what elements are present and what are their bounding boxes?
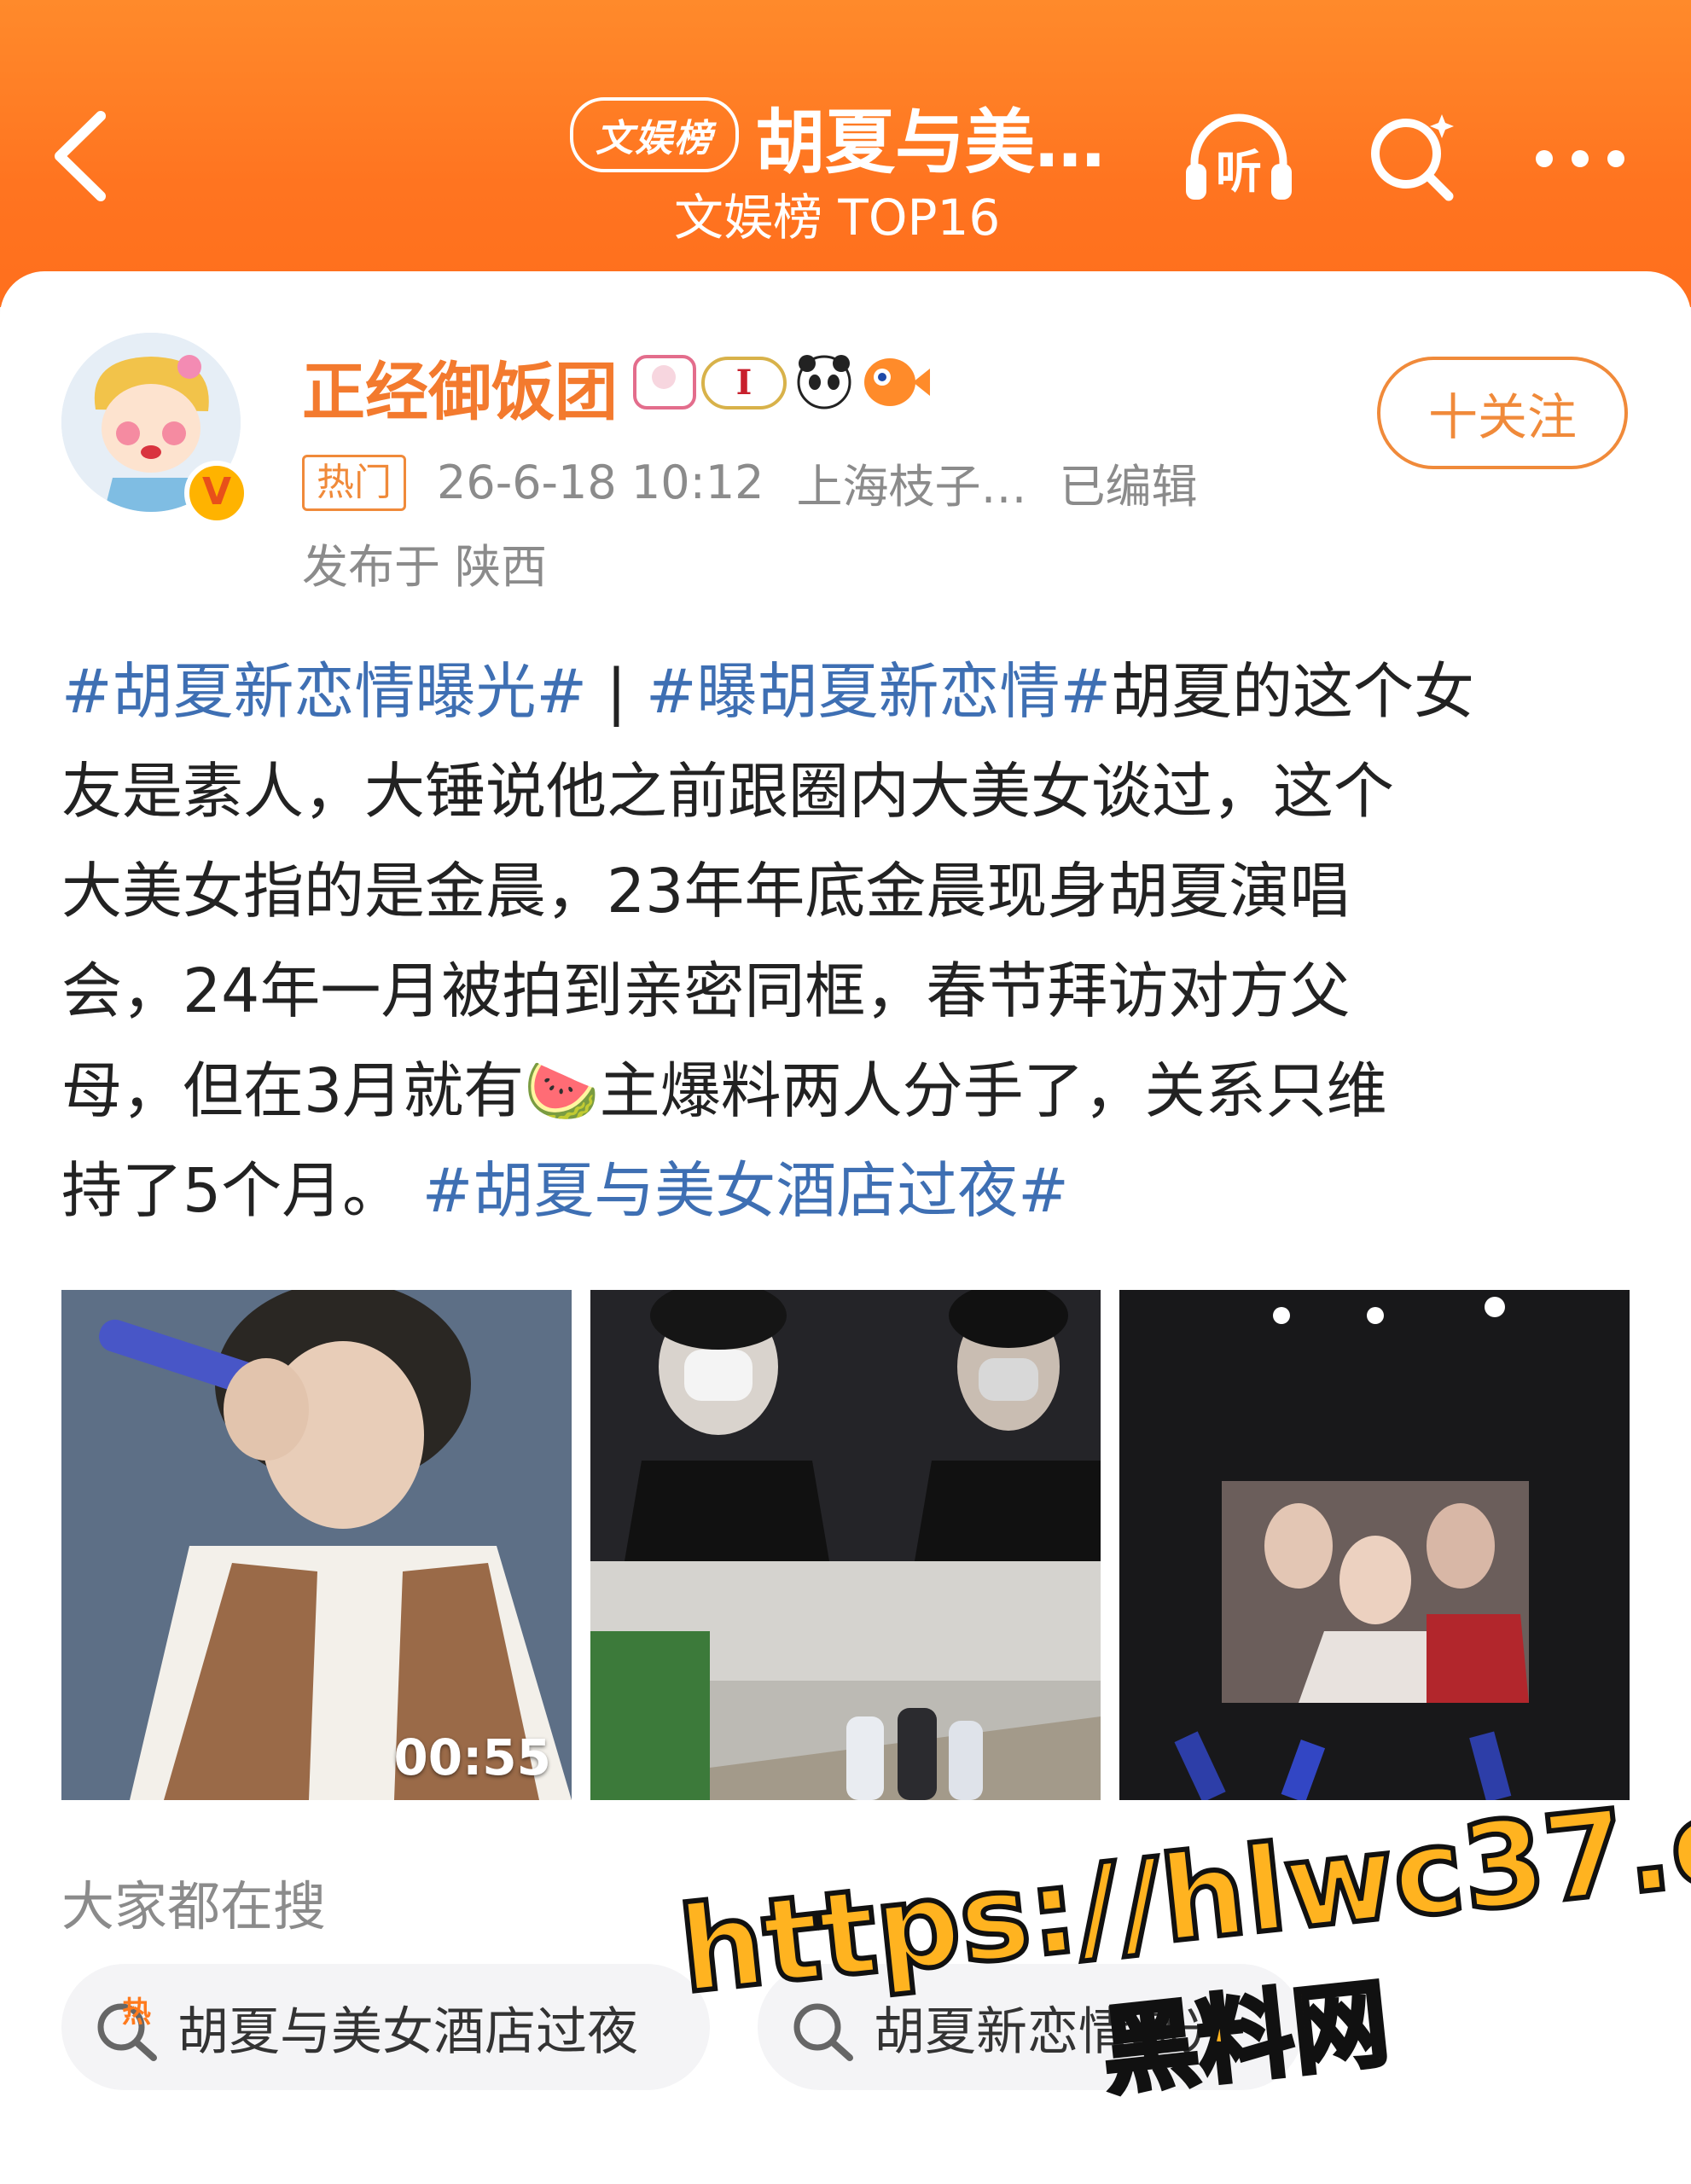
page-title: 胡夏与美… [755, 102, 1106, 183]
more-options-icon[interactable] [1529, 109, 1631, 203]
trending-search-item[interactable]: 热 胡夏与美女酒店过夜 [61, 1964, 710, 2090]
post-text-line: #胡夏新恋情曝光# | #曝胡夏新恋情#胡夏的这个女 [61, 642, 1597, 741]
post-body: #胡夏新恋情曝光# | #曝胡夏新恋情#胡夏的这个女友是素人，大锤说他之前跟圈内… [61, 642, 1597, 1240]
edited-label: 已编辑 [1059, 460, 1198, 514]
hot-search-icon: 热 [97, 1995, 157, 2061]
post-text-line: 会，24年一月被拍到亲密同框，春节拜访对方父 [61, 941, 1597, 1041]
search-icon[interactable] [1363, 109, 1457, 203]
user-badges: I [630, 341, 954, 418]
follow-button[interactable]: 十关注 [1377, 357, 1628, 469]
topic-hashtag-link[interactable]: #胡夏新恋情曝光# [61, 656, 587, 727]
post-text-line: 友是素人，大锤说他之前跟圈内大美女谈过，这个 [61, 741, 1597, 841]
post-meta: 热门 26-6-18 10:12 上海枝子… 已编辑 [302, 449, 1198, 516]
fish-badge-icon [864, 358, 930, 406]
post-text-segment: 持了5个月。 [61, 1155, 422, 1226]
trending-search-label: 胡夏与美女酒店过夜 [177, 2001, 638, 2062]
trending-search-heading: 大家都在搜 [61, 1875, 327, 1937]
post-text-line: 母，但在3月就有🍉主爆料两人分手了，关系只维 [61, 1041, 1597, 1141]
post-location: 发布于 陕西 [302, 540, 548, 594]
trending-search-label: 胡夏新恋情曝光 [874, 2001, 1232, 2062]
brand-badge: 文娱榜 [570, 97, 739, 172]
hot-tag: 热门 [302, 454, 406, 511]
post-text-segment: 会，24年一月被拍到亲密同框，春节拜访对方父 [61, 956, 1351, 1026]
post-image-concert[interactable] [1119, 1290, 1630, 1800]
svg-text:热: 热 [122, 1995, 151, 2030]
post-text-line: 大美女指的是金晨，23年年底金晨现身胡夏演唱 [61, 841, 1597, 941]
panda-badge-icon [797, 355, 851, 410]
post-text-segment: 大美女指的是金晨，23年年底金晨现身胡夏演唱 [61, 856, 1351, 926]
listen-headphones-icon[interactable]: 听 [1179, 109, 1299, 203]
post-source: 上海枝子… [796, 460, 1027, 514]
top-bar: 文娱榜 胡夏与美… 文娱榜 TOP16 听 [0, 0, 1691, 307]
svg-text:听: 听 [1216, 145, 1262, 199]
post-text-segment: 友是素人，大锤说他之前跟圈内大美女谈过，这个 [61, 756, 1395, 827]
verified-badge-icon: V [184, 461, 249, 526]
post-text-segment: | [586, 656, 647, 727]
topic-hashtag-link[interactable]: #曝胡夏新恋情# [646, 656, 1111, 727]
svg-text:I: I [736, 363, 753, 403]
fan-badge-icon [633, 355, 696, 410]
level-badge-icon: I [701, 357, 787, 410]
post-text-segment: 胡夏的这个女 [1111, 656, 1475, 727]
search-icon [793, 2003, 853, 2061]
topic-hashtag-link[interactable]: #胡夏与美女酒店过夜# [422, 1155, 1069, 1226]
post-image-collage[interactable] [590, 1290, 1101, 1800]
post-text-line: 持了5个月。 #胡夏与美女酒店过夜# [61, 1141, 1597, 1240]
page-subtitle: 文娱榜 TOP16 [674, 189, 1001, 247]
header-title-group: 文娱榜 胡夏与美… 文娱榜 TOP16 [563, 85, 1126, 247]
post-timestamp: 26-6-18 10:12 [437, 456, 764, 509]
post-text-segment: 母，但在3月就有🍉主爆料两人分手了，关系只维 [61, 1055, 1387, 1126]
username[interactable]: 正经御饭团 [302, 341, 618, 433]
back-arrow-icon[interactable] [49, 109, 111, 203]
video-duration: 00:55 [393, 1728, 551, 1786]
trending-search-item[interactable]: 胡夏新恋情曝光 [758, 1964, 1304, 2090]
video-thumbnail[interactable]: 00:55 [61, 1290, 572, 1800]
